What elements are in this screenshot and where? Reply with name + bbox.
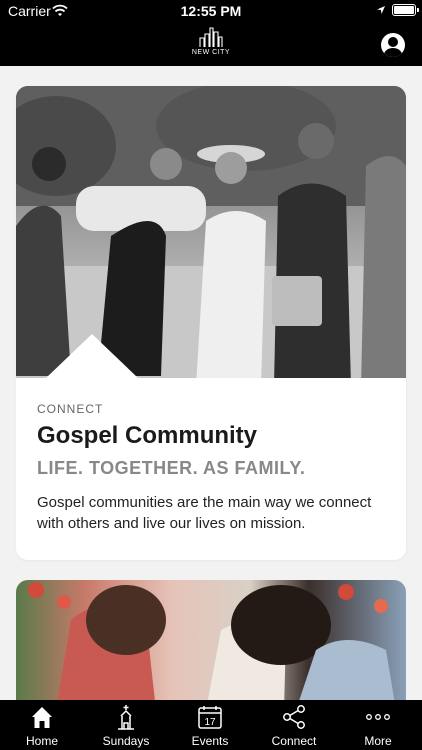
tab-events[interactable]: 17 Events (168, 700, 252, 750)
church-icon (118, 705, 134, 730)
nav-bar: NEW CITY (0, 22, 422, 66)
share-icon (283, 705, 305, 729)
location-icon (377, 6, 385, 14)
tab-sundays[interactable]: Sundays (84, 700, 168, 750)
home-icon (32, 707, 52, 728)
photo-scene-2 (28, 582, 396, 710)
card-kicker: CONNECT (37, 402, 104, 416)
calendar-day: 17 (204, 717, 216, 728)
city-logo-icon[interactable]: NEW CITY (192, 26, 230, 62)
more-icon (366, 714, 390, 720)
clock: 12:55 PM (180, 3, 242, 19)
next-card-photo[interactable] (16, 580, 406, 710)
tab-bar: Home Sundays 17 Events Connect More (0, 700, 422, 750)
gospel-community-card[interactable]: CONNECT Gospel Community LIFE. TOGETHER.… (16, 86, 406, 560)
card-subtitle: LIFE. TOGETHER. AS FAMILY. (37, 458, 306, 478)
profile-icon[interactable] (381, 33, 405, 57)
community-photo (16, 86, 406, 378)
status-bar: Carrier 12:55 PM (0, 0, 422, 22)
tab-events-label: Events (191, 734, 229, 748)
calendar-icon: 17 (198, 706, 222, 729)
tab-connect-label: Connect (271, 734, 317, 748)
card-description: Gospel communities are the main way we c… (37, 494, 372, 532)
tab-more-label: More (364, 734, 392, 748)
battery-icon (392, 4, 419, 16)
image-notch (46, 334, 138, 378)
tab-more[interactable]: More (336, 700, 420, 750)
tab-connect[interactable]: Connect (252, 700, 336, 750)
card-title: Gospel Community (37, 422, 258, 449)
tab-home[interactable]: Home (0, 700, 84, 750)
card-body: CONNECT Gospel Community LIFE. TOGETHER.… (16, 378, 406, 560)
tab-sundays-label: Sundays (102, 734, 150, 748)
skyline-icon (199, 27, 223, 47)
tab-home-label: Home (25, 734, 58, 748)
logo-text: NEW CITY (191, 49, 231, 56)
